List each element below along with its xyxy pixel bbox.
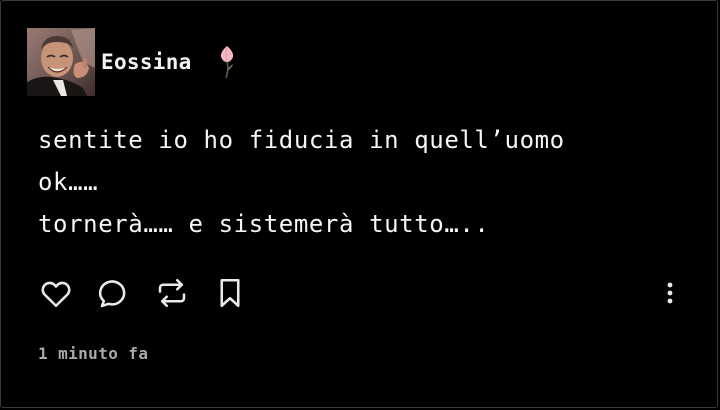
repost-button[interactable] xyxy=(153,274,191,312)
more-options-button[interactable] xyxy=(655,277,685,309)
username[interactable]: Eossina xyxy=(101,50,192,74)
post-text: sentite io ho fiducia in quell’uomo ok……… xyxy=(38,126,565,238)
heart-icon xyxy=(41,281,71,308)
avatar[interactable] xyxy=(27,28,95,96)
vertical-ellipsis-icon xyxy=(667,282,673,304)
post-header: Eossina xyxy=(27,28,238,96)
save-button[interactable] xyxy=(211,274,249,312)
action-bar xyxy=(37,273,269,313)
speech-bubble-icon xyxy=(98,280,126,308)
post-card: Eossina sentite io ho fiducia in quell’u… xyxy=(0,0,718,408)
bookmark-icon xyxy=(220,278,240,308)
repost-arrows-icon xyxy=(158,278,186,308)
like-button[interactable] xyxy=(37,274,75,312)
comment-button[interactable] xyxy=(95,274,133,312)
tulip-icon xyxy=(220,46,233,79)
post-timestamp: 1 minuto fa xyxy=(38,344,149,363)
